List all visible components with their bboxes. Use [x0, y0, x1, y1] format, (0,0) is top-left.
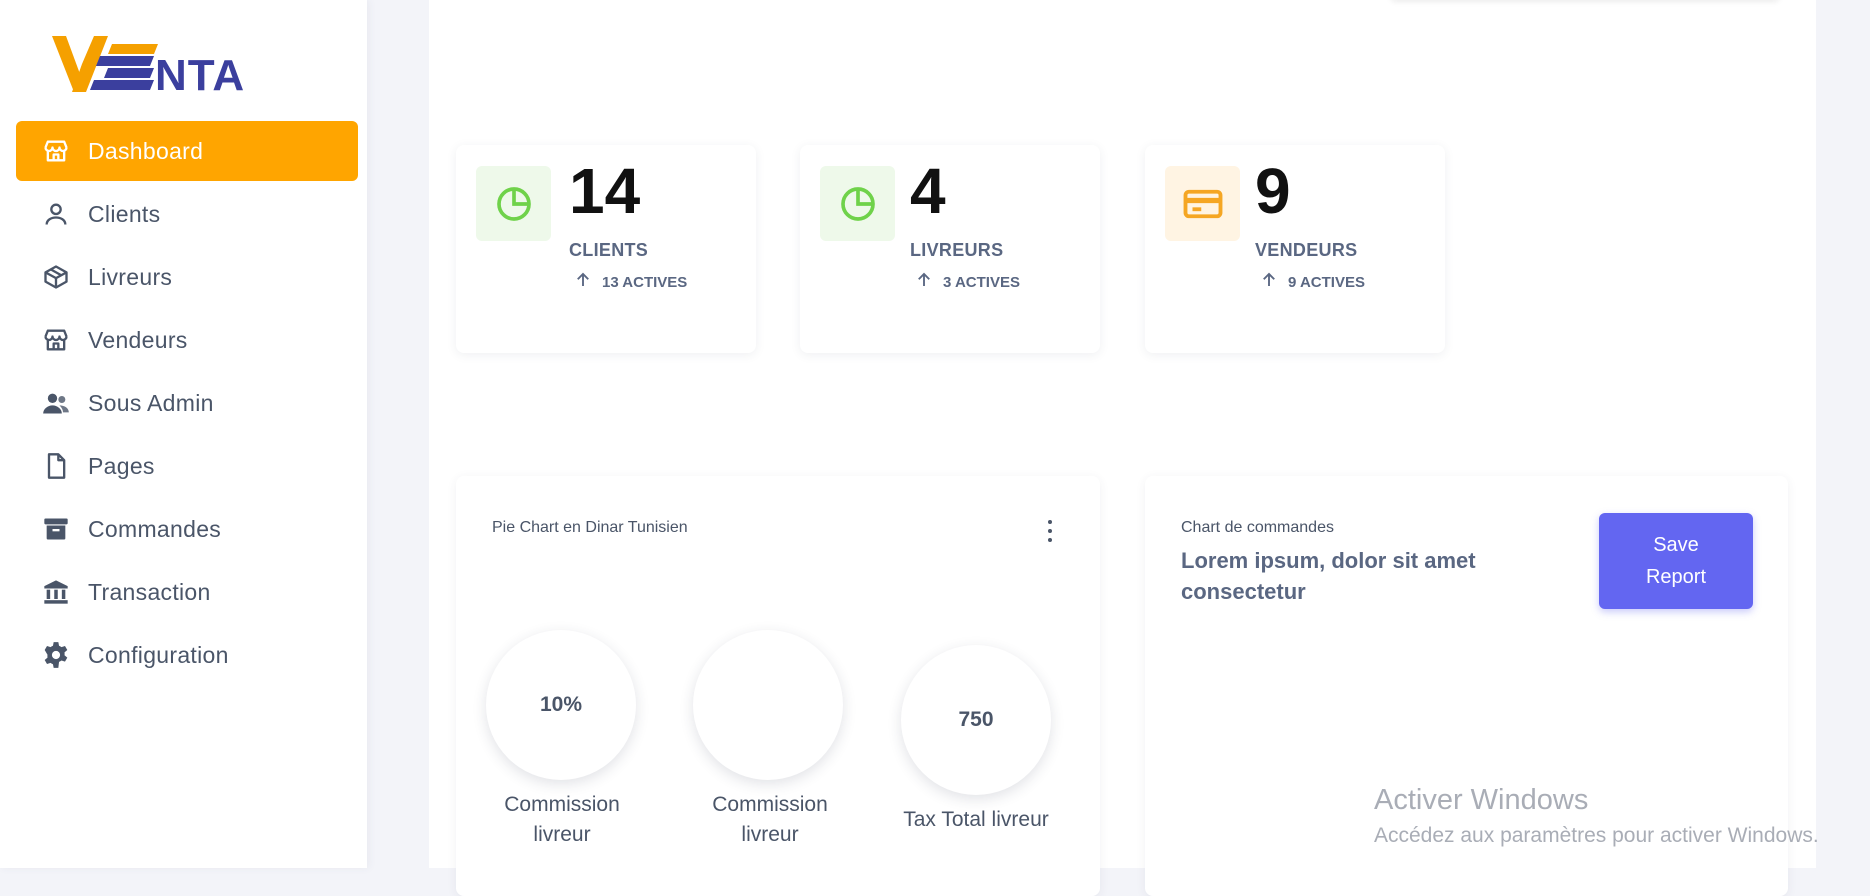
sidebar-item-clients[interactable]: Clients — [16, 184, 358, 244]
arrow-up-icon — [1260, 271, 1278, 293]
sidebar-item-label: Pages — [88, 452, 155, 479]
sidebar-item-label: Clients — [88, 200, 161, 227]
arrow-up-icon — [574, 271, 592, 293]
stat-sub-text: 9 ACTIVES — [1288, 273, 1365, 291]
pie-circle-label: Commission livreur — [712, 793, 828, 846]
sidebar-item-dashboard[interactable]: Dashboard — [16, 121, 358, 181]
sidebar-item-vendeurs[interactable]: Vendeurs — [16, 310, 358, 370]
stat-sub-text: 13 ACTIVES — [602, 273, 688, 291]
user-icon — [38, 196, 74, 232]
svg-text:NTA: NTA — [155, 51, 245, 100]
sidebar-item-livreurs[interactable]: Livreurs — [16, 247, 358, 307]
pie-circle — [693, 630, 843, 780]
stat-card-vendeurs: 9 VENDEURS 9 ACTIVES — [1145, 145, 1445, 353]
credit-card-icon — [1165, 166, 1240, 241]
stat-label: CLIENTS — [569, 240, 649, 260]
pie-circle-label: Tax Total livreur — [903, 808, 1049, 831]
panel-title: Chart de commandes — [1181, 519, 1334, 536]
pie-circle-label: Commission livreur — [504, 793, 620, 846]
windows-watermark-subtitle: Accédez aux paramètres pour activer Wind… — [1374, 824, 1819, 847]
sidebar-item-label: Commandes — [88, 515, 222, 542]
windows-watermark-title: Activer Windows — [1374, 784, 1589, 816]
sidebar-item-label: Sous Admin — [88, 389, 214, 416]
pie-circle: 750 — [901, 645, 1051, 795]
stat-sub-text: 3 ACTIVES — [943, 273, 1020, 291]
sidebar-item-commandes[interactable]: Commandes — [16, 499, 358, 559]
sidebar-nav: Dashboard Clients Livreurs Vendeurs Sous… — [16, 121, 358, 688]
pie-circle: 10% — [486, 630, 636, 780]
stat-sub: 13 ACTIVES — [574, 271, 687, 293]
store-icon — [38, 133, 74, 169]
gear-icon — [38, 637, 74, 673]
users-icon — [38, 385, 74, 421]
sidebar-item-transaction[interactable]: Transaction — [16, 562, 358, 622]
arrow-up-icon — [915, 271, 933, 293]
stat-value: 9 — [1255, 155, 1291, 227]
panel-subtitle: Lorem ipsum, dolor sit amet consectetur — [1181, 548, 1476, 604]
sidebar-item-label: Livreurs — [88, 263, 173, 290]
save-report-button[interactable]: Save Report — [1599, 513, 1753, 609]
stat-sub: 9 ACTIVES — [1260, 271, 1365, 293]
sidebar-item-sous-admin[interactable]: Sous Admin — [16, 373, 358, 433]
store-icon — [38, 322, 74, 358]
sidebar-item-label: Configuration — [88, 641, 229, 668]
sidebar: NTA Dashboard Clients Livreurs Vendeurs … — [0, 0, 367, 868]
pie-chart-panel: Pie Chart en Dinar Tunisien 10% Commissi… — [456, 476, 1100, 896]
sidebar-item-label: Dashboard — [88, 137, 204, 164]
pie-chart-icon — [476, 166, 551, 241]
sidebar-item-label: Transaction — [88, 578, 211, 605]
stat-value: 4 — [910, 155, 946, 227]
stat-card-livreurs: 4 LIVREURS 3 ACTIVES — [800, 145, 1100, 353]
archive-icon — [38, 511, 74, 547]
stat-label: LIVREURS — [910, 240, 1004, 260]
file-icon — [38, 448, 74, 484]
stat-card-clients: 14 CLIENTS 13 ACTIVES — [456, 145, 756, 353]
stat-label: VENDEURS — [1255, 240, 1358, 260]
sidebar-item-configuration[interactable]: Configuration — [16, 625, 358, 685]
sidebar-item-label: Vendeurs — [88, 326, 188, 353]
pie-chart-icon — [820, 166, 895, 241]
venta-logo[interactable]: NTA — [50, 30, 260, 100]
bank-icon — [38, 574, 74, 610]
panel-title: Pie Chart en Dinar Tunisien — [492, 519, 688, 536]
more-options-icon[interactable] — [1045, 520, 1055, 542]
stat-sub: 3 ACTIVES — [915, 271, 1020, 293]
package-icon — [38, 259, 74, 295]
sidebar-item-pages[interactable]: Pages — [16, 436, 358, 496]
stat-value: 14 — [569, 155, 641, 227]
